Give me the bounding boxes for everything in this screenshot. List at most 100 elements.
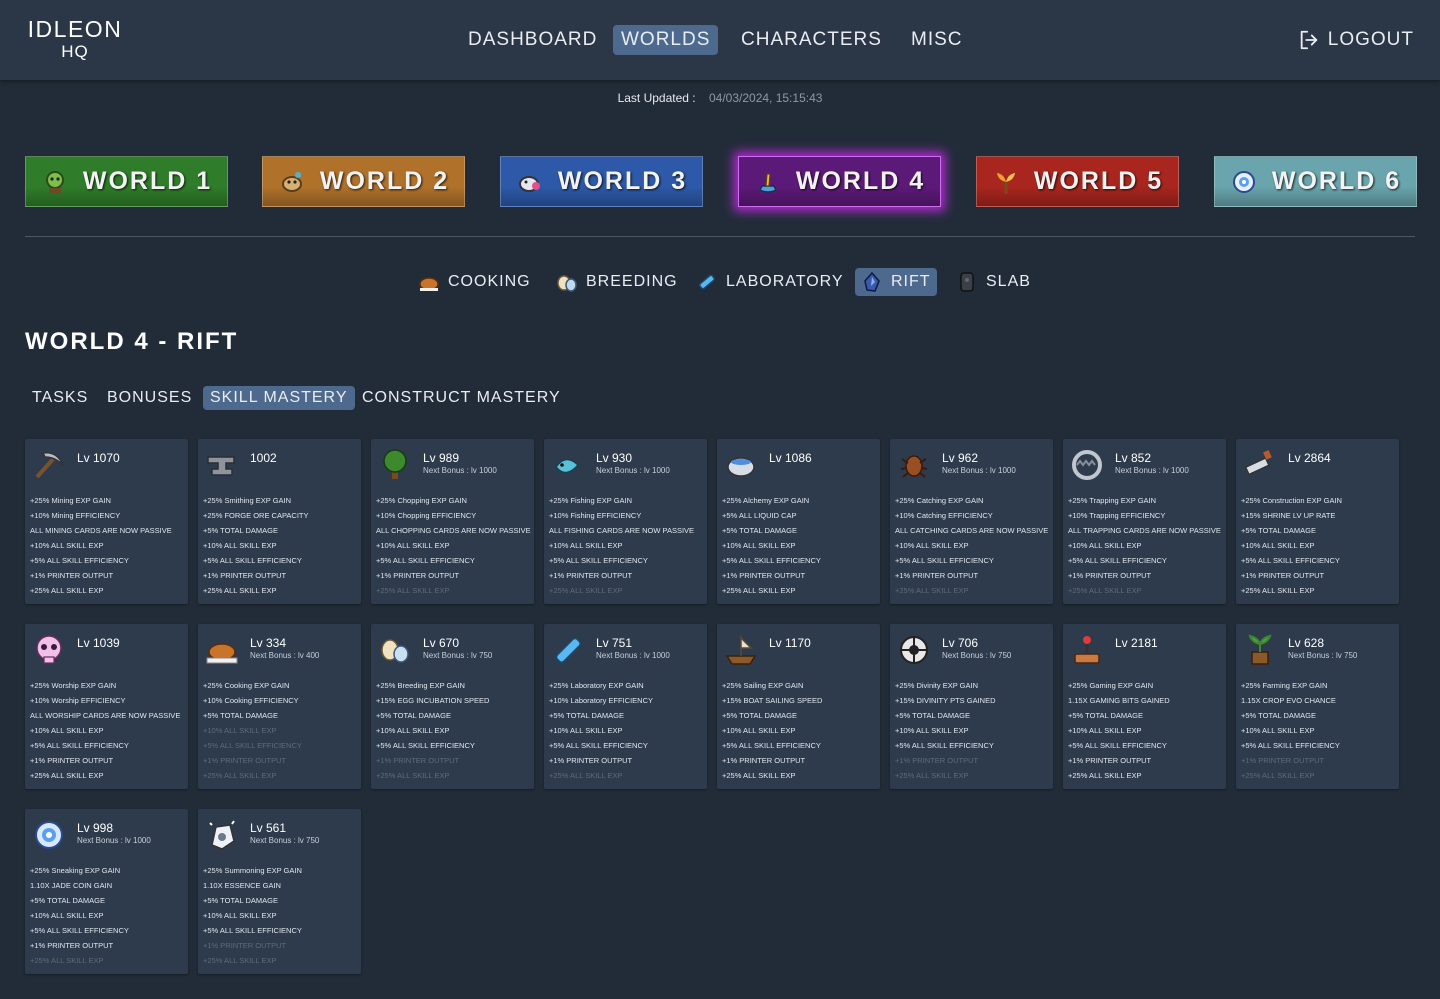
bonus-line: +5% ALL SKILL EFFICIENCY — [1068, 741, 1167, 750]
bonus-line: +25% Catching EXP GAIN — [895, 496, 984, 505]
pickaxe-icon — [31, 447, 67, 483]
bonus-line: +5% ALL SKILL EFFICIENCY — [1241, 556, 1340, 565]
bonus-line: +10% Catching EFFICIENCY — [895, 511, 993, 520]
bonus-list: +25% Divinity EXP GAIN +15% DIVINITY PTS … — [895, 678, 1055, 783]
bonus-line: +1% PRINTER OUTPUT — [549, 756, 633, 765]
goblin-icon — [41, 168, 69, 196]
bonus-line: +25% ALL SKILL EXP — [722, 771, 796, 780]
skill-card: 1002 +25% Smithing EXP GAIN +25% FORGE ORE… — [198, 439, 361, 604]
bonus-line: +25% Farming EXP GAIN — [1241, 681, 1328, 690]
subnav-rift-label: RIFT — [891, 273, 931, 290]
nav-misc[interactable]: MISC — [903, 25, 971, 55]
bonus-line: +1% PRINTER OUTPUT — [30, 756, 114, 765]
nav-characters[interactable]: CHARACTERS — [733, 25, 890, 55]
bonus-line: +25% ALL SKILL EXP — [895, 586, 969, 595]
skill-level: Lv 628 — [1288, 636, 1325, 650]
world-2-button[interactable]: WORLD 2 — [262, 156, 465, 207]
bonus-line: +10% ALL SKILL EXP — [722, 726, 796, 735]
bonus-line: +10% ALL SKILL EXP — [1241, 541, 1315, 550]
bonus-line: +10% ALL SKILL EXP — [30, 726, 104, 735]
bonus-line: +25% ALL SKILL EXP — [1068, 586, 1142, 595]
bonus-list: +25% Laboratory EXP GAIN +10% Laboratory … — [549, 678, 709, 783]
bonus-line: +5% ALL SKILL EFFICIENCY — [722, 741, 821, 750]
bonus-line: +25% ALL SKILL EXP — [30, 956, 104, 965]
world-5-button[interactable]: WORLD 5 — [976, 156, 1179, 207]
bonus-line: +15% EGG INCUBATION SPEED — [376, 696, 490, 705]
bonus-list: +25% Chopping EXP GAIN +10% Chopping EFFI… — [376, 493, 536, 598]
subnav-laboratory[interactable]: LABORATORY — [690, 268, 850, 296]
bonus-line: +10% ALL SKILL EXP — [1068, 541, 1142, 550]
skill-level: Lv 1170 — [769, 636, 811, 650]
cauldron-icon — [723, 447, 759, 483]
next-bonus: Next Bonus : lv 750 — [942, 651, 1012, 660]
bonus-line: +5% ALL LIQUID CAP — [722, 511, 797, 520]
bonus-line: +1% PRINTER OUTPUT — [895, 756, 979, 765]
world-4-button[interactable]: WORLD 4 — [738, 156, 941, 207]
world-4-label: WORLD 4 — [795, 167, 926, 195]
skill-card: Lv 1070 +25% Mining EXP GAIN +10% Mining E… — [25, 439, 188, 604]
next-bonus: Next Bonus : lv 1000 — [942, 466, 1016, 475]
main-nav: DASHBOARD WORLDS CHARACTERS MISC — [0, 25, 1440, 55]
bonus-line: +25% Laboratory EXP GAIN — [549, 681, 644, 690]
world-3-button[interactable]: WORLD 3 — [500, 156, 703, 207]
saw-icon — [1242, 447, 1278, 483]
summoning-essence-icon — [204, 817, 240, 853]
bonus-line: +10% ALL SKILL EXP — [30, 541, 104, 550]
nav-worlds[interactable]: WORLDS — [613, 25, 719, 55]
egg-icon — [556, 271, 578, 293]
bonus-line: +5% TOTAL DAMAGE — [722, 526, 797, 535]
skill-level: Lv 751 — [596, 636, 633, 650]
seedling-icon — [1242, 632, 1278, 668]
subnav-breeding[interactable]: BREEDING — [550, 268, 684, 296]
snow-creature-icon — [516, 168, 544, 196]
nav-dashboard[interactable]: DASHBOARD — [460, 25, 605, 55]
bonus-line: +5% ALL SKILL EFFICIENCY — [376, 556, 475, 565]
tab-skill-mastery[interactable]: SKILL MASTERY — [203, 386, 355, 410]
bonus-line: ALL MINING CARDS ARE NOW PASSIVE — [30, 526, 172, 535]
bonus-line: +25% ALL SKILL EXP — [203, 771, 277, 780]
subnav-cooking[interactable]: COOKING — [412, 268, 537, 296]
skill-level: Lv 334 — [250, 636, 287, 650]
bonus-line: +5% ALL SKILL EFFICIENCY — [549, 741, 648, 750]
bonus-line: ALL FISHING CARDS ARE NOW PASSIVE — [549, 526, 695, 535]
logout-button[interactable]: LOGOUT — [1298, 27, 1414, 53]
next-bonus: Next Bonus : lv 1000 — [596, 466, 670, 475]
skill-card: Lv 751 Next Bonus : lv 1000 +25% Laborator… — [544, 624, 707, 789]
bonus-line: +15% DIVINITY PTS GAINED — [895, 696, 996, 705]
bonus-line: +25% ALL SKILL EXP — [1241, 771, 1315, 780]
bonus-line: +10% Laboratory EFFICIENCY — [549, 696, 654, 705]
bonus-line: +25% Alchemy EXP GAIN — [722, 496, 810, 505]
subnav-slab[interactable]: SLAB — [950, 268, 1037, 296]
bonus-line: +5% TOTAL DAMAGE — [722, 711, 797, 720]
bonus-line: +25% ALL SKILL EXP — [30, 586, 104, 595]
skull-icon — [31, 632, 67, 668]
skill-card: Lv 962 Next Bonus : lv 1000 +25% Catching … — [890, 439, 1053, 604]
bonus-list: +25% Cooking EXP GAIN +10% Cooking EFFICI… — [203, 678, 363, 783]
last-updated-value: 04/03/2024, 15:15:43 — [708, 91, 823, 105]
tab-bonuses[interactable]: BONUSES — [100, 386, 199, 410]
bonus-line: +10% Mining EFFICIENCY — [30, 511, 121, 520]
tab-tasks[interactable]: TASKS — [25, 386, 95, 410]
bonus-line: 1.15X GAMING BITS GAINED — [1068, 696, 1170, 705]
spirit-flower-icon — [1230, 168, 1258, 196]
skill-level: Lv 670 — [423, 636, 460, 650]
bonus-list: +25% Smithing EXP GAIN +25% FORGE ORE CAP… — [203, 493, 363, 598]
bonus-line: +25% ALL SKILL EXP — [203, 586, 277, 595]
test-tube-icon — [550, 632, 586, 668]
bonus-line: +5% ALL SKILL EFFICIENCY — [203, 556, 302, 565]
bonus-list: +25% Fishing EXP GAIN +10% Fishing EFFICI… — [549, 493, 709, 598]
skill-level: 1002 — [250, 451, 277, 465]
bonus-line: +10% ALL SKILL EXP — [722, 541, 796, 550]
bonus-line: +25% Summoning EXP GAIN — [203, 866, 302, 875]
next-bonus: Next Bonus : lv 1000 — [596, 651, 670, 660]
world-1-button[interactable]: WORLD 1 — [25, 156, 228, 207]
subnav-rift[interactable]: RIFT — [855, 268, 937, 296]
tab-construct-mastery[interactable]: CONSTRUCT MASTERY — [355, 386, 568, 410]
logout-label: LOGOUT — [1327, 29, 1414, 50]
bonus-line: +5% TOTAL DAMAGE — [1068, 711, 1143, 720]
bonus-line: +5% TOTAL DAMAGE — [1241, 526, 1316, 535]
turkey-icon — [418, 271, 440, 293]
bonus-line: +5% ALL SKILL EFFICIENCY — [203, 741, 302, 750]
bonus-line: +25% Worship EXP GAIN — [30, 681, 117, 690]
world-6-button[interactable]: WORLD 6 — [1214, 156, 1417, 207]
